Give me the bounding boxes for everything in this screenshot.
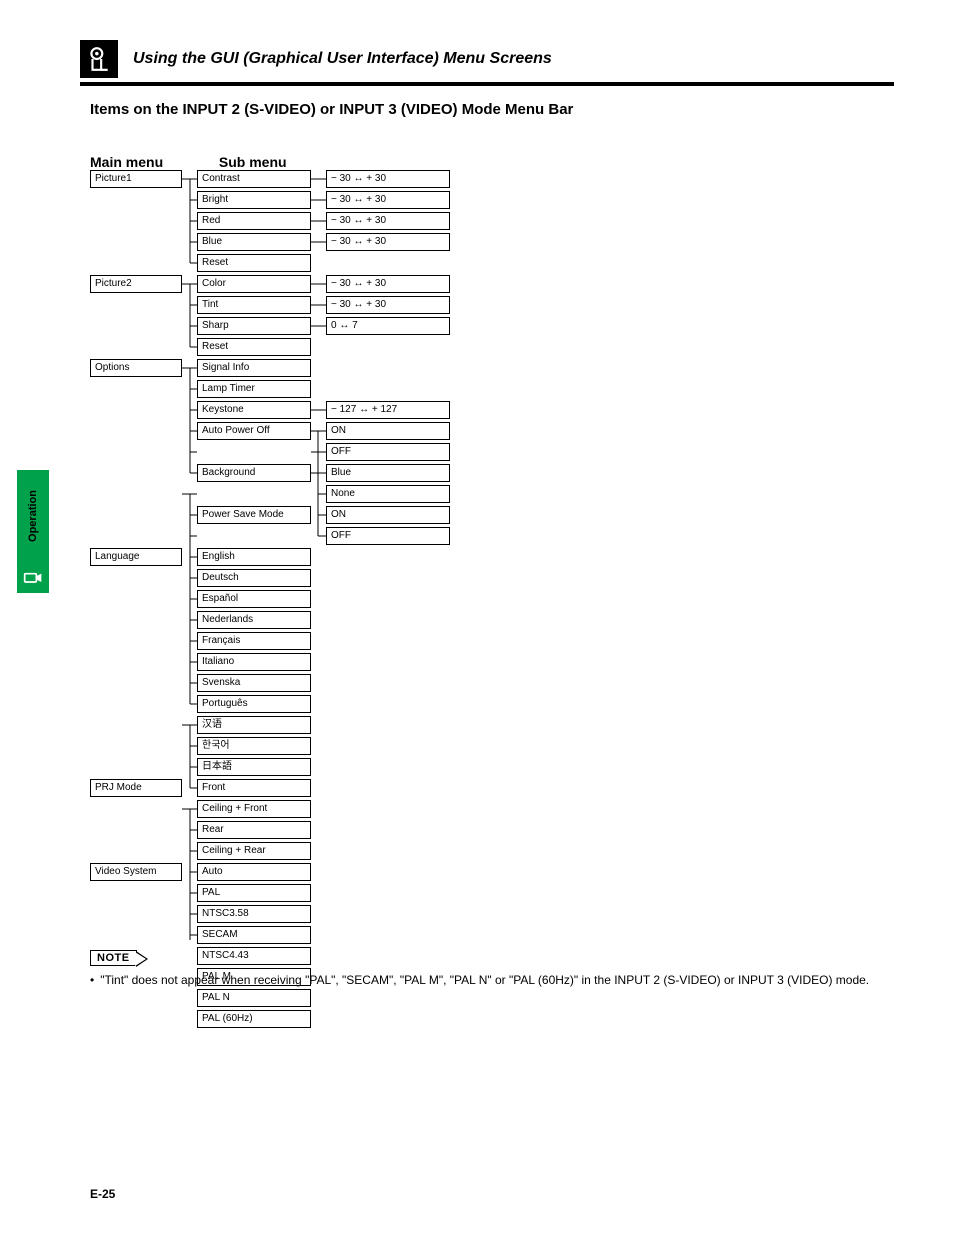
sub-menu-item: Sharp xyxy=(197,317,311,335)
sub-menu-item: Deutsch xyxy=(197,569,311,587)
sub-menu-item: 汉语 xyxy=(197,716,311,734)
sub-menu-item: SECAM xyxy=(197,926,311,944)
sub-menu-item: Français xyxy=(197,632,311,650)
page-header-title: Using the GUI (Graphical User Interface)… xyxy=(133,50,894,68)
main-menu-item: Picture1 xyxy=(90,170,182,188)
sub-menu-item: Contrast xyxy=(197,170,311,188)
sub-menu-item: NTSC3.58 xyxy=(197,905,311,923)
sub-menu-item: Nederlands xyxy=(197,611,311,629)
value-range: − 30 ↔ + 30 xyxy=(326,212,450,230)
option-value: Blue xyxy=(326,464,450,482)
option-value: OFF xyxy=(326,443,450,461)
sub-menu-item: Svenska xyxy=(197,674,311,692)
main-menu-item: PRJ Mode xyxy=(90,779,182,797)
sub-menu-item: Auto xyxy=(197,863,311,881)
value-range: 0 ↔ 7 xyxy=(326,317,450,335)
option-value: None xyxy=(326,485,450,503)
sub-menu-item: PAL (60Hz) xyxy=(197,1010,311,1028)
option-value: ON xyxy=(326,506,450,524)
sub-menu-item: Signal Info xyxy=(197,359,311,377)
sub-menu-item: Português xyxy=(197,695,311,713)
sub-menu-item: English xyxy=(197,548,311,566)
sub-menu-item: Tint xyxy=(197,296,311,314)
sub-menu-item: PAL N xyxy=(197,989,311,1007)
menu-tree: Picture1 Contrast − 30 ↔ + 30 Bright − 30 … xyxy=(90,170,450,1028)
note-badge: NOTE xyxy=(90,950,137,966)
sub-menu-item: Italiano xyxy=(197,653,311,671)
value-range: − 30 ↔ + 30 xyxy=(326,296,450,314)
main-menu-item: Picture2 xyxy=(90,275,182,293)
note-text: "Tint" does not appear when receiving "P… xyxy=(100,972,869,988)
sub-menu-item: Ceiling + Front xyxy=(197,800,311,818)
main-menu-item: Options xyxy=(90,359,182,377)
sub-menu-item: Reset xyxy=(197,254,311,272)
sub-menu-item: Keystone xyxy=(197,401,311,419)
sub-menu-item: Ceiling + Rear xyxy=(197,842,311,860)
sub-menu-item: Auto Power Off xyxy=(197,422,311,440)
value-range: − 30 ↔ + 30 xyxy=(326,191,450,209)
sub-menu-item: PAL xyxy=(197,884,311,902)
main-menu-item: Language xyxy=(90,548,182,566)
value-range: − 30 ↔ + 30 xyxy=(326,233,450,251)
operation-icon xyxy=(17,561,49,593)
side-section-label: Operation xyxy=(17,470,49,561)
sub-menu-item: Blue xyxy=(197,233,311,251)
note-block: NOTE • "Tint" does not appear when recei… xyxy=(90,950,894,988)
column-headers: Main menu Sub menu xyxy=(90,154,287,170)
sub-menu-item: 한국어 xyxy=(197,737,311,755)
value-range: − 30 ↔ + 30 xyxy=(326,170,450,188)
sub-menu-item: 日本語 xyxy=(197,758,311,776)
sub-menu-item: Front xyxy=(197,779,311,797)
section-subtitle: Items on the INPUT 2 (S-VIDEO) or INPUT … xyxy=(90,100,573,120)
header-rule xyxy=(80,82,894,86)
main-menu-item: Video System xyxy=(90,863,182,881)
sub-menu-item: Reset xyxy=(197,338,311,356)
option-value: OFF xyxy=(326,527,450,545)
option-value: ON xyxy=(326,422,450,440)
page-number: E-25 xyxy=(90,1187,115,1201)
sub-menu-item: Bright xyxy=(197,191,311,209)
sub-menu-item: Color xyxy=(197,275,311,293)
value-range: − 30 ↔ + 30 xyxy=(326,275,450,293)
sub-menu-item: Español xyxy=(197,590,311,608)
sub-menu-item: Rear xyxy=(197,821,311,839)
sub-menu-item: Lamp Timer xyxy=(197,380,311,398)
sub-menu-item: Power Save Mode xyxy=(197,506,311,524)
bullet-icon: • xyxy=(90,972,94,988)
sub-menu-item: Background xyxy=(197,464,311,482)
value-range: − 127 ↔ + 127 xyxy=(326,401,450,419)
projector-icon xyxy=(80,40,118,78)
sub-menu-item: Red xyxy=(197,212,311,230)
